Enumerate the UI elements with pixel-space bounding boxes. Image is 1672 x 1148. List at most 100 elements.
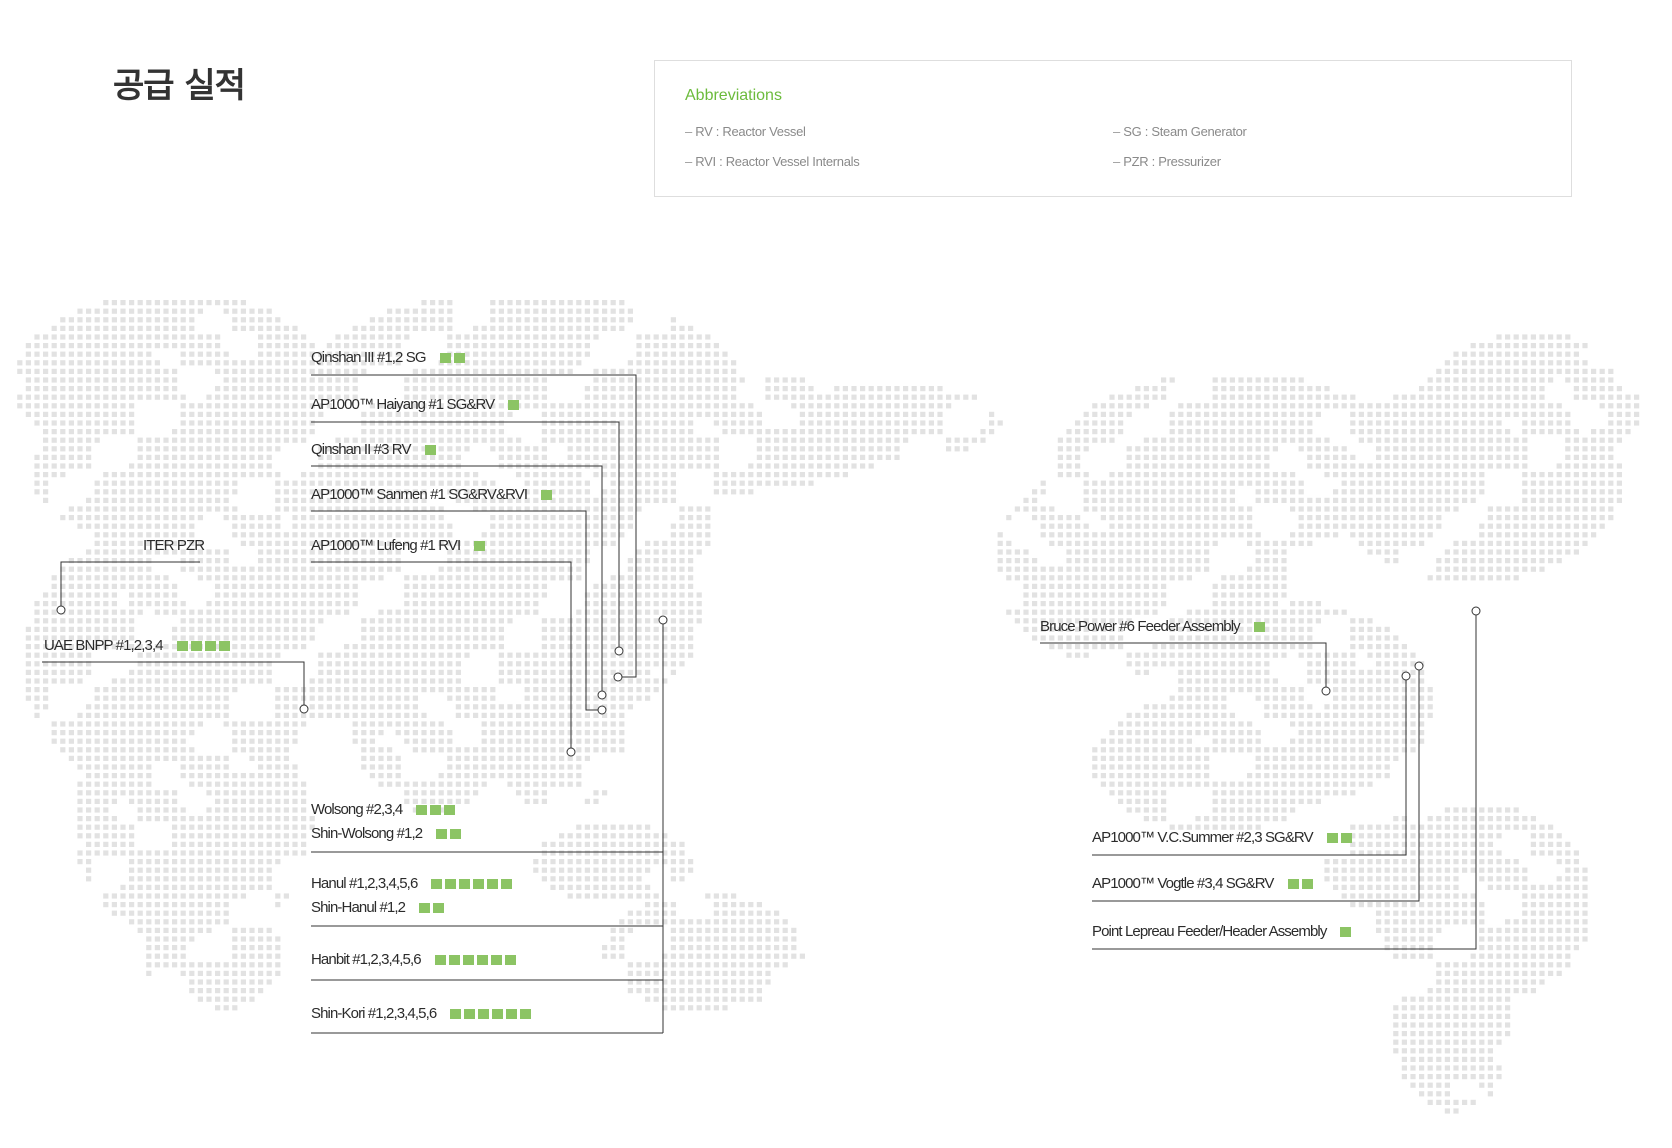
project-label: Shin-Kori #1,2,3,4,5,6 [311,1005,437,1022]
project-label: AP1000™ Sanmen #1 SG&RV&RVI [311,486,528,503]
unit-square [520,1009,532,1019]
project-label: Shin-Hanul #1,2 [311,899,406,916]
project-qinshan-ii: Qinshan II #3 RV [311,440,439,460]
project-label: ITER PZR [143,537,205,554]
unit-square [487,879,499,889]
connector-lufeng [311,561,572,748]
unit-square [433,903,445,913]
connector-iter [60,561,200,606]
project-point-lepreau: Point Lepreau Feeder/Header Assembly [1092,922,1354,942]
project-label: Bruce Power #6 Feeder Assembly [1040,618,1241,635]
unit-square [431,879,443,889]
project-label: Point Lepreau Feeder/Header Assembly [1092,923,1327,940]
unit-square [459,879,471,889]
unit-square [474,541,486,551]
project-qinshan-iii: Qinshan III #1,2 SG [311,348,468,368]
unit-square [430,805,442,815]
project-uae-bnpp: UAE BNPP #1,2,3,4 [44,636,233,656]
unit-square [508,400,520,410]
connector-qinshan-iii [311,374,637,678]
unit-squares [474,541,488,551]
project-vogtle: AP1000™ Vogtle #3,4 SG&RV [1092,874,1316,894]
unit-square [1340,927,1352,937]
project-label: AP1000™ Lufeng #1 RVI [311,537,461,554]
project-label: AP1000™ Haiyang #1 SG&RV [311,396,495,413]
project-label: AP1000™ V.C.Summer #2,3 SG&RV [1092,829,1314,846]
unit-squares [1340,927,1354,937]
unit-square [492,1009,504,1019]
unit-squares [1326,833,1355,843]
location-marker [299,704,309,714]
unit-square [436,829,448,839]
unit-square [444,805,456,815]
unit-squares [176,641,233,651]
unit-squares [419,903,447,913]
unit-square [176,641,188,651]
unit-squares [431,879,515,889]
location-marker [56,605,66,615]
project-label: AP1000™ Vogtle #3,4 SG&RV [1092,875,1274,892]
unit-square [464,1009,476,1019]
location-marker [566,747,576,757]
project-shin-kori: Shin-Kori #1,2,3,4,5,6 [311,1004,534,1024]
unit-squares [1253,622,1268,632]
project-bruce-power: Bruce Power #6 Feeder Assembly [1040,617,1268,637]
project-haiyang: AP1000™ Haiyang #1 SG&RV [311,395,522,415]
location-marker [597,690,607,700]
unit-square [490,955,502,965]
unit-square [448,955,460,965]
project-label: Hanul #1,2,3,4,5,6 [311,875,418,892]
unit-square [424,445,436,455]
connector-vogtle [1092,670,1420,902]
project-label: Shin-Wolsong #1,2 [311,825,423,842]
location-marker [597,705,607,715]
unit-square [1287,879,1299,889]
unit-square [218,641,230,651]
unit-square [434,955,446,965]
unit-square [473,879,485,889]
unit-square [450,829,462,839]
location-marker [614,646,624,656]
connector-lines [42,374,1481,1034]
unit-square [462,955,474,965]
project-label: Hanbit #1,2,3,4,5,6 [311,951,422,968]
unit-square [190,641,202,651]
unit-squares [436,829,464,839]
location-marker [658,615,668,625]
unit-squares [508,400,522,410]
connector-uae [42,661,305,705]
unit-square [501,879,513,889]
unit-square [416,805,428,815]
project-label: Qinshan II #3 RV [311,441,411,458]
unit-square [1253,622,1265,632]
unit-squares [450,1009,534,1019]
project-shin-hanul: Shin-Hanul #1,2 [311,898,447,918]
unit-squares [416,805,458,815]
project-hanbit: Hanbit #1,2,3,4,5,6 [311,950,519,970]
unit-square [419,903,431,913]
unit-square [445,879,457,889]
unit-square [541,490,553,500]
unit-squares [439,353,468,363]
unit-square [450,1009,462,1019]
project-wolsong: Wolsong #2,3,4 [311,800,458,820]
project-vc-summer: AP1000™ V.C.Summer #2,3 SG&RV [1092,828,1355,848]
project-label: UAE BNPP #1,2,3,4 [44,637,164,654]
project-label: Qinshan III #1,2 SG [311,349,427,366]
location-marker [1471,606,1481,616]
unit-square [1340,833,1352,843]
unit-squares [1287,879,1316,889]
location-marker [1401,671,1411,681]
unit-square [453,353,465,363]
unit-square [504,955,516,965]
unit-squares [424,445,439,455]
project-hanul: Hanul #1,2,3,4,5,6 [311,874,515,894]
project-lufeng: AP1000™ Lufeng #1 RVI [311,536,488,556]
unit-square [476,955,488,965]
location-marker [1321,686,1331,696]
project-shin-wolsong: Shin-Wolsong #1,2 [311,824,464,844]
connector-bruce-power [1040,642,1327,687]
unit-square [1301,879,1313,889]
unit-square [506,1009,518,1019]
location-marker [1414,661,1424,671]
